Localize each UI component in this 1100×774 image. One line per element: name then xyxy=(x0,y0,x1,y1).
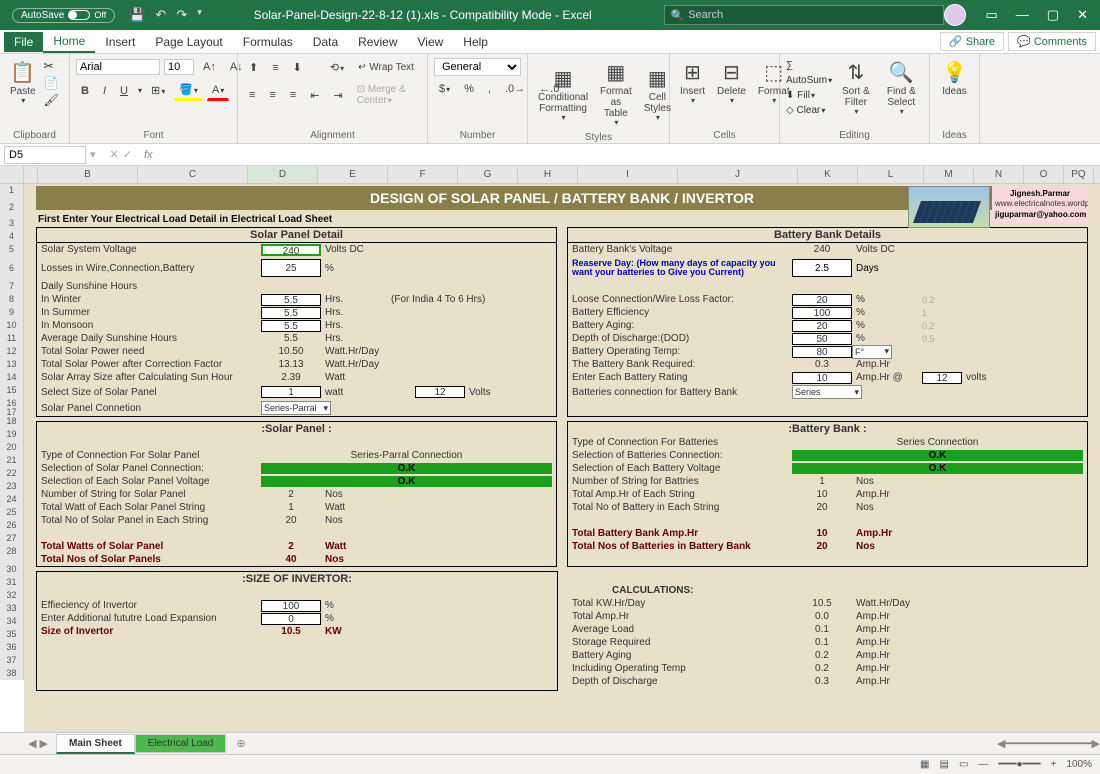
view-layout-icon[interactable]: ▤ xyxy=(940,759,949,770)
percent-icon[interactable]: % xyxy=(459,80,479,98)
zoom-level[interactable]: 100% xyxy=(1066,759,1092,770)
sort-filter[interactable]: ⇅Sort & Filter▾ xyxy=(836,58,875,119)
sheet-electrical-load[interactable]: Electrical Load xyxy=(135,734,227,753)
battery-connection-select[interactable]: Series▾ xyxy=(792,385,862,399)
autosum[interactable]: ∑ AutoSum▾ xyxy=(786,58,832,88)
window-title: Solar-Panel-Design-22-8-12 (1).xls - Com… xyxy=(202,8,644,22)
sheet-tabs: ◀ ▶ Main Sheet Electrical Load ⊕ ◀━━━━━━… xyxy=(0,732,1100,754)
bold-icon[interactable]: B xyxy=(76,82,94,100)
ideas-button[interactable]: 💡Ideas xyxy=(936,58,973,99)
temp-unit-select[interactable]: F°▾ xyxy=(852,345,892,359)
minimize-icon[interactable]: — xyxy=(1016,7,1029,23)
sheet-main[interactable]: Main Sheet xyxy=(56,734,135,754)
titlebar: AutoSaveOff 💾 ↶ ↷ ▾ Solar-Panel-Design-2… xyxy=(0,0,1100,30)
currency-icon[interactable]: $▾ xyxy=(434,80,455,98)
solar-connection-select[interactable]: Series-Parral▾ xyxy=(261,401,331,415)
view-normal-icon[interactable]: ▦ xyxy=(920,759,929,770)
qat-more-icon[interactable]: ▾ xyxy=(197,7,202,23)
grow-font-icon[interactable]: A↑ xyxy=(198,58,221,76)
font-size[interactable] xyxy=(164,59,194,75)
fill-color-icon[interactable]: 🪣▾ xyxy=(174,80,203,101)
tab-view[interactable]: View xyxy=(408,32,454,52)
user-avatar[interactable] xyxy=(944,4,966,26)
tab-data[interactable]: Data xyxy=(303,32,348,52)
conditional-formatting[interactable]: ▦Conditional Formatting▾ xyxy=(534,64,592,125)
search-box[interactable]: 🔍 Search xyxy=(664,5,944,25)
font-name[interactable] xyxy=(76,59,160,75)
merge-center[interactable]: ⊡ Merge & Center▾ xyxy=(352,81,421,109)
paste-button[interactable]: 📋Paste▾ xyxy=(6,58,40,108)
new-sheet-icon[interactable]: ⊕ xyxy=(236,737,245,750)
autosave-toggle[interactable]: AutoSaveOff xyxy=(12,8,115,23)
status-bar: ▦▤▭ —━━━●━━━+ 100% xyxy=(0,754,1100,774)
align-top-icon[interactable]: ⬆ xyxy=(244,58,263,77)
tab-help[interactable]: Help xyxy=(453,32,498,52)
insert-cells[interactable]: ⊞Insert▾ xyxy=(676,58,709,108)
maximize-icon[interactable]: ▢ xyxy=(1047,7,1059,23)
worksheet-area[interactable]: DESIGN OF SOLAR PANEL / BATTERY BANK / I… xyxy=(24,184,1100,732)
format-as-table[interactable]: ▦Format as Table▾ xyxy=(596,58,636,130)
tab-home[interactable]: Home xyxy=(43,31,95,53)
ribbon-options-icon[interactable]: ▭ xyxy=(986,7,998,23)
comma-icon[interactable]: , xyxy=(483,80,496,98)
close-icon[interactable]: ✕ xyxy=(1077,7,1088,23)
clear[interactable]: ◇ Clear▾ xyxy=(786,103,832,118)
orientation-icon[interactable]: ⟲▾ xyxy=(325,58,349,77)
author-card: Jignesh.Parmarwww.electricalnotes.wordpr… xyxy=(908,186,1088,228)
font-color-icon[interactable]: A▾ xyxy=(207,81,229,101)
share-button[interactable]: 🔗 Share xyxy=(940,32,1004,51)
name-box[interactable] xyxy=(4,146,86,164)
border-icon[interactable]: ⊞▾ xyxy=(146,81,170,100)
row-headers[interactable]: 1234567891011121314151617181920212223242… xyxy=(0,184,24,732)
view-break-icon[interactable]: ▭ xyxy=(959,759,968,770)
fill[interactable]: ⬇ Fill▾ xyxy=(786,88,832,103)
column-headers[interactable]: BCDEFGHIJKLMNOPQ xyxy=(0,166,1100,184)
italic-icon[interactable]: I xyxy=(98,82,111,100)
redo-icon[interactable]: ↷ xyxy=(176,7,187,23)
tab-insert[interactable]: Insert xyxy=(95,32,145,52)
delete-cells[interactable]: ⊟Delete▾ xyxy=(713,58,750,108)
wrap-text[interactable]: ↵ Wrap Text xyxy=(353,59,419,76)
tab-pagelayout[interactable]: Page Layout xyxy=(145,32,232,52)
menu-bar: File Home Insert Page Layout Formulas Da… xyxy=(0,30,1100,54)
save-icon[interactable]: 💾 xyxy=(129,7,145,23)
solar-panel-image xyxy=(908,186,990,228)
fx-icon[interactable]: fx xyxy=(144,149,153,161)
undo-icon[interactable]: ↶ xyxy=(155,7,166,23)
tab-file[interactable]: File xyxy=(4,32,43,52)
formula-bar: ▾✕✓ fx xyxy=(0,144,1100,166)
tab-formulas[interactable]: Formulas xyxy=(233,32,303,52)
underline-icon[interactable]: U xyxy=(115,82,133,100)
number-format[interactable]: General xyxy=(434,58,521,76)
ribbon: 📋Paste▾✂📄🖌 Clipboard A↑A↓ BIU▾⊞▾🪣▾A▾ Fon… xyxy=(0,54,1100,144)
tab-review[interactable]: Review xyxy=(348,32,407,52)
comments-button[interactable]: 💬 Comments xyxy=(1008,32,1096,51)
find-select[interactable]: 🔍Find & Select▾ xyxy=(880,58,923,119)
